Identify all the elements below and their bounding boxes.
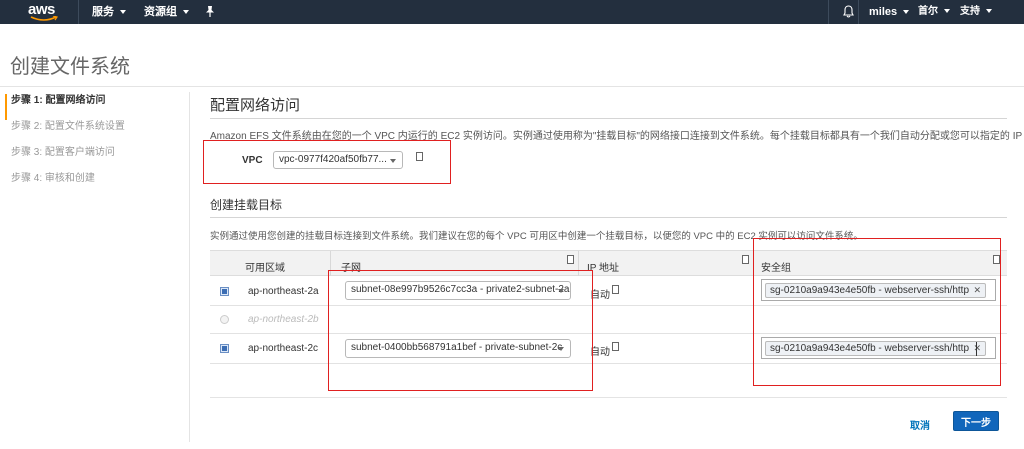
- az-checkbox: [220, 315, 229, 324]
- user-menu-label: miles: [869, 6, 898, 18]
- region-menu[interactable]: 首尔: [918, 0, 950, 24]
- az-checkbox[interactable]: [220, 287, 229, 296]
- aws-smile-icon: [30, 16, 58, 21]
- divider: [210, 118, 1007, 119]
- network-heading: 配置网络访问: [210, 97, 301, 114]
- cancel-button[interactable]: 取消: [906, 413, 934, 436]
- divider: [210, 397, 1007, 398]
- nav-separator: [78, 0, 79, 24]
- highlight-box: [753, 238, 1001, 386]
- divider: [0, 86, 1024, 87]
- page-title: 创建文件系统: [10, 56, 130, 78]
- wizard-steps: 步骤 1: 配置网络访问 步骤 2: 配置文件系统设置 步骤 3: 配置客户端访…: [5, 94, 185, 198]
- az-name: ap-northeast-2a: [248, 286, 319, 297]
- user-menu[interactable]: miles: [869, 0, 910, 24]
- support-menu-label: 支持: [960, 6, 980, 17]
- region-menu-label: 首尔: [918, 6, 938, 17]
- chevron-down-icon: [183, 10, 189, 15]
- nav-separator: [858, 0, 859, 24]
- services-menu-label: 服务: [92, 6, 114, 18]
- highlight-box: [203, 140, 451, 184]
- divider: [189, 92, 190, 442]
- chevron-down-icon: [986, 9, 992, 14]
- divider: [210, 217, 1007, 218]
- chevron-down-icon: [903, 10, 910, 15]
- az-name: ap-northeast-2c: [248, 343, 319, 354]
- nav-separator: [828, 0, 829, 24]
- az-checkbox[interactable]: [220, 344, 229, 353]
- highlight-box: [328, 270, 593, 391]
- resource-groups-label: 资源组: [144, 6, 177, 18]
- bell-icon[interactable]: [843, 5, 854, 18]
- services-menu[interactable]: 服务: [92, 0, 126, 24]
- chevron-down-icon: [120, 10, 126, 15]
- info-icon[interactable]: [567, 255, 574, 264]
- step-2: 步骤 2: 配置文件系统设置: [11, 121, 125, 132]
- column-header-az: 可用区域: [245, 263, 285, 274]
- step-3: 步骤 3: 配置客户端访问: [11, 147, 115, 158]
- next-step-button[interactable]: 下一步: [953, 411, 999, 431]
- step-4: 步骤 4: 审核和创建: [11, 173, 95, 184]
- ip-address-value: 自动: [590, 347, 610, 358]
- info-icon[interactable]: [612, 285, 619, 294]
- info-icon[interactable]: [612, 342, 619, 351]
- step-1[interactable]: 步骤 1: 配置网络访问: [5, 94, 185, 120]
- aws-logo[interactable]: aws: [28, 1, 64, 23]
- chevron-down-icon: [944, 9, 950, 14]
- info-icon[interactable]: [742, 255, 749, 264]
- resource-groups-menu[interactable]: 资源组: [144, 0, 189, 24]
- support-menu[interactable]: 支持: [960, 0, 992, 24]
- ip-address-value: 自动: [590, 290, 610, 301]
- az-name: ap-northeast-2b: [248, 314, 319, 325]
- mount-targets-heading: 创建挂载目标: [210, 198, 283, 212]
- top-nav: aws 服务 资源组 miles 首尔 支持: [0, 0, 1024, 24]
- pin-icon[interactable]: [205, 6, 215, 17]
